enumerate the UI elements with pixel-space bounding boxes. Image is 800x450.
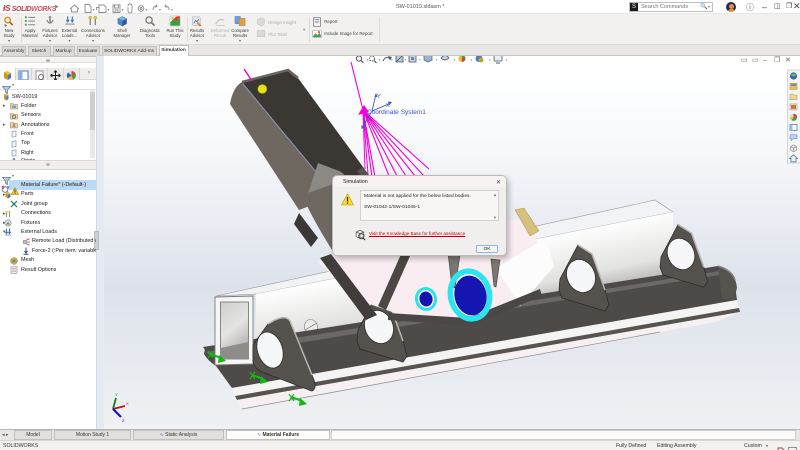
svg-text:▾: ▾	[419, 58, 421, 62]
svg-text:▾: ▾	[391, 58, 393, 62]
svg-text:▾: ▾	[171, 7, 173, 12]
svg-text:–: –	[763, 57, 767, 64]
svg-text:▭: ▭	[741, 57, 748, 64]
svg-text:▾: ▾	[405, 58, 407, 62]
svg-text:Coordinate System1: Coordinate System1	[367, 109, 426, 116]
svg-text:✕: ✕	[785, 57, 791, 64]
svg-text:▾: ▾	[108, 7, 110, 12]
svg-text:▾: ▾	[454, 58, 456, 62]
svg-text:Y: Y	[115, 392, 118, 397]
svg-text:Y: Y	[377, 94, 381, 100]
svg-text:▾: ▾	[122, 7, 124, 12]
svg-text:▾: ▾	[436, 58, 438, 62]
svg-text:▾: ▾	[471, 58, 473, 62]
svg-text:▾: ▾	[506, 58, 508, 62]
svg-text:X: X	[126, 401, 129, 406]
svg-text:▭: ▭	[752, 57, 759, 64]
svg-text:❐: ❐	[774, 56, 780, 64]
svg-text:▾: ▾	[379, 58, 381, 62]
svg-text:▾: ▾	[146, 7, 148, 12]
svg-text:▾: ▾	[367, 58, 369, 62]
svg-text:▾: ▾	[489, 58, 491, 62]
svg-text:▾: ▾	[159, 7, 161, 12]
